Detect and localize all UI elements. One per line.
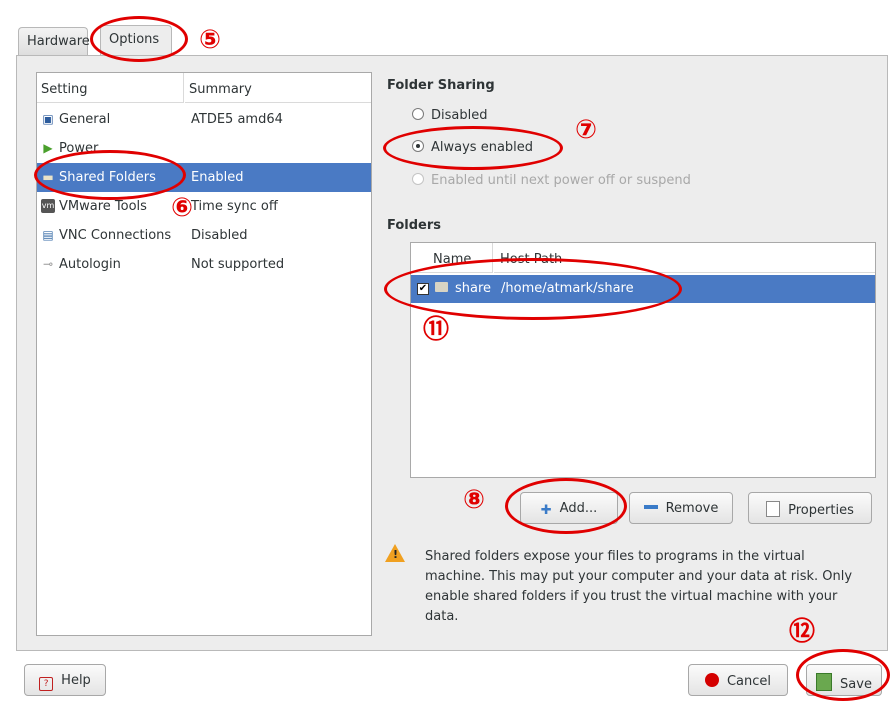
annotation-marker-7: ⑦ [574,115,597,145]
radio-enabled-until-power-off: Enabled until next power off or suspend [412,173,691,188]
setting-row-vnc-connections[interactable]: ▤ VNC Connections Disabled [37,221,371,250]
tab-hardware[interactable]: Hardware [18,27,90,55]
setting-label: VMware Tools [59,199,147,214]
general-icon: ▣ [42,112,54,126]
radio-label: Disabled [431,108,488,123]
tab-hardware-label: Hardware [27,34,90,49]
properties-button[interactable]: Properties [748,492,872,524]
warning-text: Shared folders expose your files to prog… [425,547,875,627]
summary-column-label: Summary [189,82,252,97]
setting-row-autologin[interactable]: ⊸ Autologin Not supported [37,250,371,279]
help-button[interactable]: ? Help [24,664,106,696]
warning-line: machine. This may put your computer and … [425,569,853,584]
radio-disabled[interactable]: Disabled [412,108,487,123]
setting-row-general[interactable]: ▣ General ATDE5 amd64 [37,105,371,134]
radio-button-icon [412,173,424,185]
help-button-label: Help [61,673,91,688]
remove-button-label: Remove [665,501,719,516]
folder-sharing-heading: Folder Sharing [387,78,495,93]
cancel-button-label: Cancel [726,674,772,689]
annotation-ellipse [383,126,563,170]
cancel-icon [704,673,719,687]
annotation-marker-8: ⑧ [462,485,485,515]
setting-summary: Disabled [191,228,248,243]
radio-button-icon [412,108,424,120]
power-icon: ▶ [43,141,53,155]
annotation-marker-12: ⑫ [788,617,815,647]
vmware-tools-icon: vm [41,199,55,213]
help-icon: ? [39,677,54,691]
cancel-button[interactable]: Cancel [688,664,788,696]
autologin-icon: ⊸ [42,257,54,271]
setting-summary: Enabled [191,170,244,185]
remove-icon [643,505,658,509]
setting-summary: Time sync off [191,199,278,214]
warning-line: enable shared folders if you trust the v… [425,589,838,604]
summary-column-header[interactable]: Summary [185,73,371,103]
setting-label: VNC Connections [59,228,172,243]
setting-column-label: Setting [41,82,88,97]
annotation-marker-11: ⑪ [422,315,449,345]
setting-label: General [59,112,111,127]
folders-heading: Folders [387,218,442,233]
radio-label: Enabled until next power off or suspend [431,173,691,188]
properties-button-label: Properties [788,503,854,518]
annotation-marker-6: ⑥ [170,193,193,223]
annotation-ellipse [90,16,188,62]
annotation-ellipse [384,258,682,320]
annotation-ellipse [34,150,186,200]
annotation-ellipse [796,649,890,701]
annotation-marker-5: ⑤ [198,25,221,55]
warning-line: Shared folders expose your files to prog… [425,549,805,564]
properties-icon [766,501,781,517]
setting-summary: ATDE5 amd64 [191,112,283,127]
remove-button[interactable]: Remove [629,492,733,524]
setting-column-header[interactable]: Setting [37,73,184,103]
setting-label: Autologin [59,257,121,272]
vnc-icon: ▤ [42,228,54,242]
setting-summary: Not supported [191,257,285,272]
annotation-ellipse [505,478,627,534]
